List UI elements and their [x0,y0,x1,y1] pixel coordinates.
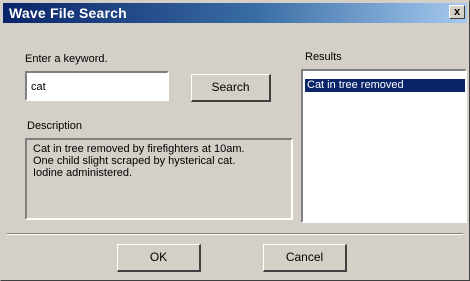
keyword-label: Enter a keyword. [25,53,108,65]
keyword-input-value: cat [31,81,46,93]
description-line: Iodine administered. [33,167,133,179]
ok-button[interactable]: OK [117,244,201,272]
description-label: Description [27,120,83,132]
results-list[interactable]: Cat in tree removed [301,69,467,223]
result-item-selected[interactable]: Cat in tree removed [305,79,465,92]
footer-divider [7,233,463,235]
window-title: Wave File Search [9,5,127,21]
results-label: Results [305,51,342,63]
description-line: Cat in tree removed by firefighters at 1… [33,143,245,155]
wave-file-search-dialog: Wave File Search x Enter a keyword. cat … [0,0,470,281]
close-button[interactable]: x [449,5,465,19]
close-icon: x [453,6,461,18]
search-button[interactable]: Search [191,74,271,102]
description-line: One child slight scraped by hysterical c… [33,155,236,167]
cancel-button[interactable]: Cancel [263,244,347,272]
keyword-input[interactable]: cat [25,71,169,101]
title-bar[interactable]: Wave File Search x [3,3,467,23]
description-box: Cat in tree removed by firefighters at 1… [25,138,293,220]
